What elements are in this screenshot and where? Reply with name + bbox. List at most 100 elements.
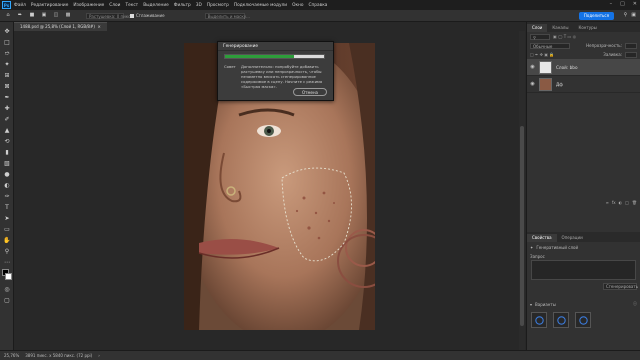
subtract-selection-icon[interactable]: ◫ [52, 12, 60, 19]
more-tools-icon[interactable]: ⋯ [0, 257, 14, 268]
layer-row-generative[interactable]: ◉ Слой: bbo [527, 59, 640, 76]
menu-plugins[interactable]: Подключаемые модули [234, 3, 287, 8]
prompt-label-row: Запрос [527, 253, 640, 260]
visibility-eye-icon[interactable]: ◉ [530, 81, 535, 87]
blend-mode-select[interactable]: Обычные [530, 42, 570, 49]
properties-type-label: Генеративный слой [536, 245, 579, 250]
path-select-tool-icon[interactable]: ➤ [0, 213, 14, 224]
tools-panel: ✥ □ ➱ ✦ ⊞ ⊠ ✒ ✚ ✐ ▲ ⟲ ▮ ▧ ● ◐ ✑ T ➤ ▭ ✋ … [0, 22, 14, 350]
variation-2-thumb[interactable] [553, 312, 569, 328]
gradient-tool-icon[interactable]: ▧ [0, 158, 14, 169]
quick-select-tool-icon[interactable]: ✦ [0, 59, 14, 70]
variations-label: Варианты [535, 301, 556, 307]
eyedropper-tool-icon[interactable]: ✒ [0, 92, 14, 103]
search-icon[interactable]: ⚲ [624, 12, 628, 18]
menu-type[interactable]: Текст [125, 3, 138, 8]
screen-mode-icon[interactable]: ▢ [0, 295, 14, 306]
tab-actions[interactable]: Операции [557, 234, 588, 242]
type-tool-icon[interactable]: T [0, 202, 14, 213]
stamp-tool-icon[interactable]: ▲ [0, 125, 14, 136]
feather-field[interactable]: Растушевка: 0 пикс. [86, 12, 132, 19]
visibility-eye-icon[interactable]: ◉ [530, 64, 535, 70]
select-and-mask-button[interactable]: Выделить и маску... [204, 12, 250, 19]
hand-tool-icon[interactable]: ✋ [0, 235, 14, 246]
loading-spinner-icon [556, 315, 566, 325]
dodge-tool-icon[interactable]: ◐ [0, 180, 14, 191]
vertical-scrollbar[interactable] [519, 31, 525, 350]
home-icon[interactable]: ⌂ [4, 12, 12, 19]
healing-tool-icon[interactable]: ✚ [0, 103, 14, 114]
menu-image[interactable]: Изображение [73, 3, 104, 8]
move-tool-icon[interactable]: ✥ [0, 26, 14, 37]
loading-spinner-icon [534, 315, 544, 325]
blur-tool-icon[interactable]: ● [0, 169, 14, 180]
marquee-tool-icon[interactable]: □ [0, 37, 14, 48]
quick-mask-icon[interactable]: ◎ [0, 284, 14, 295]
lasso-icon[interactable]: ➨ [16, 12, 24, 19]
minimize-icon[interactable]: – [610, 1, 613, 7]
fill-input[interactable] [625, 51, 637, 58]
workspace-icon[interactable]: ▣ [631, 12, 636, 18]
pen-tool-icon[interactable]: ✑ [0, 191, 14, 202]
cancel-button[interactable]: Отмена [293, 88, 327, 96]
antialias-label: Сглаживание [136, 13, 165, 18]
close-icon[interactable]: ✕ [633, 1, 637, 7]
layer-row-background[interactable]: ◉ Дф [527, 76, 640, 93]
info-icon[interactable]: ⓘ [633, 301, 637, 307]
menu-filter[interactable]: Фильтр [174, 3, 191, 8]
intersect-selection-icon[interactable]: ▩ [64, 12, 72, 19]
tab-paths[interactable]: Контуры [573, 24, 601, 32]
new-selection-icon[interactable]: ■ [28, 12, 36, 19]
share-button[interactable]: Поделиться [578, 11, 614, 20]
zoom-level[interactable]: 25,76% [4, 353, 19, 358]
link-icon[interactable]: ∞ [606, 200, 609, 205]
prompt-input[interactable] [531, 260, 636, 280]
mask-icon[interactable]: ◐ [619, 200, 623, 205]
layer-filter-select[interactable]: ⚲ [530, 33, 550, 40]
zoom-tool-icon[interactable]: ⚲ [0, 246, 14, 257]
menu-layers[interactable]: Слои [109, 3, 120, 8]
menu-view[interactable]: Просмотр [207, 3, 229, 8]
maximize-icon[interactable]: □ [620, 1, 625, 7]
history-brush-icon[interactable]: ⟲ [0, 136, 14, 147]
frame-tool-icon[interactable]: ⊠ [0, 81, 14, 92]
variation-1-thumb[interactable] [531, 312, 547, 328]
document-tab[interactable]: 1488.psd @ 25,8% (Слой 1, RGB/8#) × [14, 22, 107, 31]
lock-row: □ ✒ ✥ ▣ 🔒 Заливка: [527, 50, 640, 59]
generate-button[interactable]: Сгенерировать [603, 282, 638, 290]
color-swatches[interactable] [0, 268, 14, 284]
right-panels: Слои Каналы Контуры ⚲ ▣ ◯ T ▭ ◎ Обычные … [526, 22, 640, 350]
progress-bar [224, 54, 325, 59]
opacity-input[interactable] [625, 42, 637, 49]
antialias-checkbox[interactable]: Сглаживание [130, 13, 165, 18]
tip-label: Совет [224, 64, 236, 69]
variation-3-thumb[interactable] [575, 312, 591, 328]
brush-tool-icon[interactable]: ✐ [0, 114, 14, 125]
menu-select[interactable]: Выделение [143, 3, 169, 8]
crop-tool-icon[interactable]: ⊞ [0, 70, 14, 81]
blend-row: Обычные Непрозрачность: [527, 41, 640, 50]
menu-file[interactable]: Файл [14, 3, 26, 8]
scrollbar-thumb[interactable] [520, 126, 524, 326]
menu-window[interactable]: Окно [292, 3, 303, 8]
variations-label-row: ▾ Варианты ⓘ [527, 298, 640, 310]
lasso-tool-icon[interactable]: ➱ [0, 48, 14, 59]
tab-layers[interactable]: Слои [527, 24, 548, 32]
new-layer-icon[interactable]: □ [625, 200, 629, 205]
add-selection-icon[interactable]: ▣ [40, 12, 48, 19]
trash-icon[interactable]: 🗑 [632, 200, 637, 205]
menu-edit[interactable]: Редактирование [31, 3, 69, 8]
background-color[interactable] [5, 273, 12, 280]
menu-3d[interactable]: 3D [196, 3, 202, 8]
document-info[interactable]: 3891 пикс. x 5840 пикс. (72 ppi) [25, 353, 92, 358]
tab-properties[interactable]: Свойства [527, 234, 557, 242]
eraser-tool-icon[interactable]: ▮ [0, 147, 14, 158]
close-tab-icon[interactable]: × [97, 24, 100, 29]
menu-help[interactable]: Справка [309, 3, 328, 8]
fx-icon[interactable]: fx [612, 200, 616, 205]
tab-channels[interactable]: Каналы [547, 24, 573, 32]
layer-thumbnail [539, 60, 552, 74]
status-arrow-icon[interactable]: › [98, 353, 100, 358]
shape-tool-icon[interactable]: ▭ [0, 224, 14, 235]
chevron-down-icon[interactable]: ▾ [530, 302, 532, 307]
